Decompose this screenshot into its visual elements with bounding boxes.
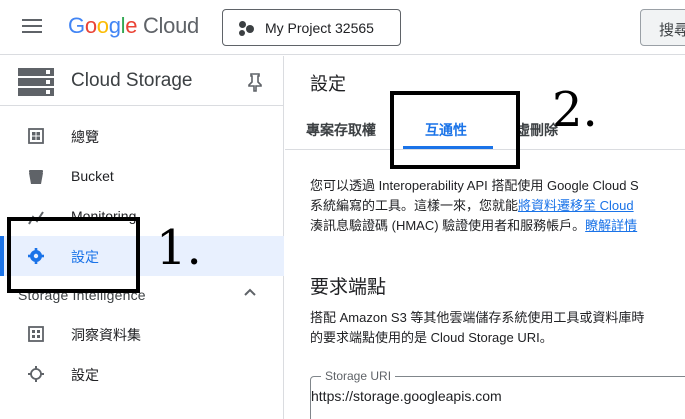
section-label: Storage Intelligence xyxy=(18,287,146,303)
sidebar-item-label: Bucket xyxy=(71,168,114,184)
project-picker-button[interactable]: My Project 32565 xyxy=(222,9,401,46)
endpoint-line: 搭配 Amazon S3 等其他雲端儲存系統使用工具或資料庫時 xyxy=(310,310,645,325)
sidebar-item-monitoring[interactable]: Monitoring xyxy=(0,197,284,237)
logo-letter: G xyxy=(68,13,85,38)
logo-letter: o xyxy=(84,13,97,38)
grid-icon xyxy=(28,326,44,342)
tab-project-access[interactable]: 專案存取權 xyxy=(306,120,376,140)
project-name: My Project 32565 xyxy=(265,19,374,36)
gear-outline-icon xyxy=(28,366,44,382)
sidebar-item-label: Monitoring xyxy=(71,208,137,224)
sidebar-item-si-settings[interactable]: 設定 xyxy=(0,354,284,394)
sidebar: Cloud Storage 總覽 Bucket Monitoring 設定 St… xyxy=(0,56,284,419)
monitoring-icon xyxy=(28,211,44,225)
active-tab-indicator xyxy=(403,146,493,149)
migrate-data-link[interactable]: 將資料遷移至 Cloud xyxy=(518,198,634,213)
chevron-up-icon[interactable] xyxy=(243,285,257,299)
learn-more-link[interactable]: 瞭解詳情 xyxy=(585,218,637,233)
annotation-label-2: 2. xyxy=(552,82,598,138)
intro-line: 湊訊息驗證碼 (HMAC) 驗證使用者和服務帳戶。瞭解詳情 xyxy=(310,216,639,236)
annotation-label-1: 1. xyxy=(156,220,202,276)
sidebar-item-bucket[interactable]: Bucket xyxy=(0,157,284,197)
logo-letter: g xyxy=(108,13,121,38)
dashboard-icon xyxy=(28,128,44,144)
field-value[interactable]: https://storage.googleapis.com xyxy=(311,388,502,404)
console-page: Google Cloud My Project 32565 搜尋 Cloud S… xyxy=(0,0,685,419)
intro-text-span: 湊訊息驗證碼 (HMAC) 驗證使用者和服務帳戶。 xyxy=(310,218,586,233)
pin-icon[interactable] xyxy=(247,72,263,92)
sidebar-item-label: 總覽 xyxy=(71,129,99,145)
sidebar-header: Cloud Storage xyxy=(0,56,284,106)
sidebar-item-label: 洞察資料集 xyxy=(71,327,141,343)
tab-interoperability[interactable]: 互通性 xyxy=(425,120,467,140)
hamburger-menu-icon[interactable] xyxy=(18,14,46,40)
sidebar-item-overview[interactable]: 總覽 xyxy=(0,116,284,156)
endpoint-description: 搭配 Amazon S3 等其他雲端儲存系統使用工具或資料庫時 的要求端點使用的… xyxy=(310,308,644,348)
main-content: 設定 專案存取權 互通性 虛刪除 您可以透過 Interoperability … xyxy=(285,56,685,419)
intro-line: 系統編寫的工具。這樣一來，您就能將資料遷移至 Cloud xyxy=(310,196,639,216)
intro-line: 您可以透過 Interoperability API 搭配使用 Google C… xyxy=(310,178,639,193)
sidebar-item-insights-datasets[interactable]: 洞察資料集 xyxy=(0,314,284,354)
logo-letter: o xyxy=(96,13,109,38)
page-title: 設定 xyxy=(310,74,346,94)
settings-tabs: 專案存取權 互通性 虛刪除 xyxy=(285,106,685,150)
google-cloud-logo[interactable]: Google Cloud xyxy=(68,13,199,39)
intro-text-span: 系統編寫的工具。這樣一來，您就能 xyxy=(310,198,519,213)
intro-text: 您可以透過 Interoperability API 搭配使用 Google C… xyxy=(310,176,639,236)
search-button[interactable]: 搜尋 xyxy=(640,9,685,46)
section-storage-intelligence[interactable]: Storage Intelligence xyxy=(0,282,284,310)
field-label: Storage URI xyxy=(321,369,396,383)
gear-icon xyxy=(28,248,44,264)
sidebar-title: Cloud Storage xyxy=(71,70,193,91)
cloud-storage-icon xyxy=(18,68,54,96)
section-heading: 要求端點 xyxy=(310,277,387,298)
sidebar-item-label: 設定 xyxy=(71,249,99,265)
logo-letter: e xyxy=(125,13,138,38)
top-app-bar: Google Cloud My Project 32565 搜尋 xyxy=(0,0,685,55)
bucket-icon xyxy=(29,170,43,184)
logo-cloud-word: Cloud xyxy=(137,13,199,38)
sidebar-item-label: 設定 xyxy=(71,367,99,383)
project-dots-icon xyxy=(237,19,255,37)
endpoint-line: 的要求端點使用的是 Cloud Storage URI。 xyxy=(310,330,553,345)
storage-uri-field[interactable]: Storage URI https://storage.googleapis.c… xyxy=(310,369,685,419)
sidebar-item-settings[interactable]: 設定 xyxy=(0,236,284,276)
